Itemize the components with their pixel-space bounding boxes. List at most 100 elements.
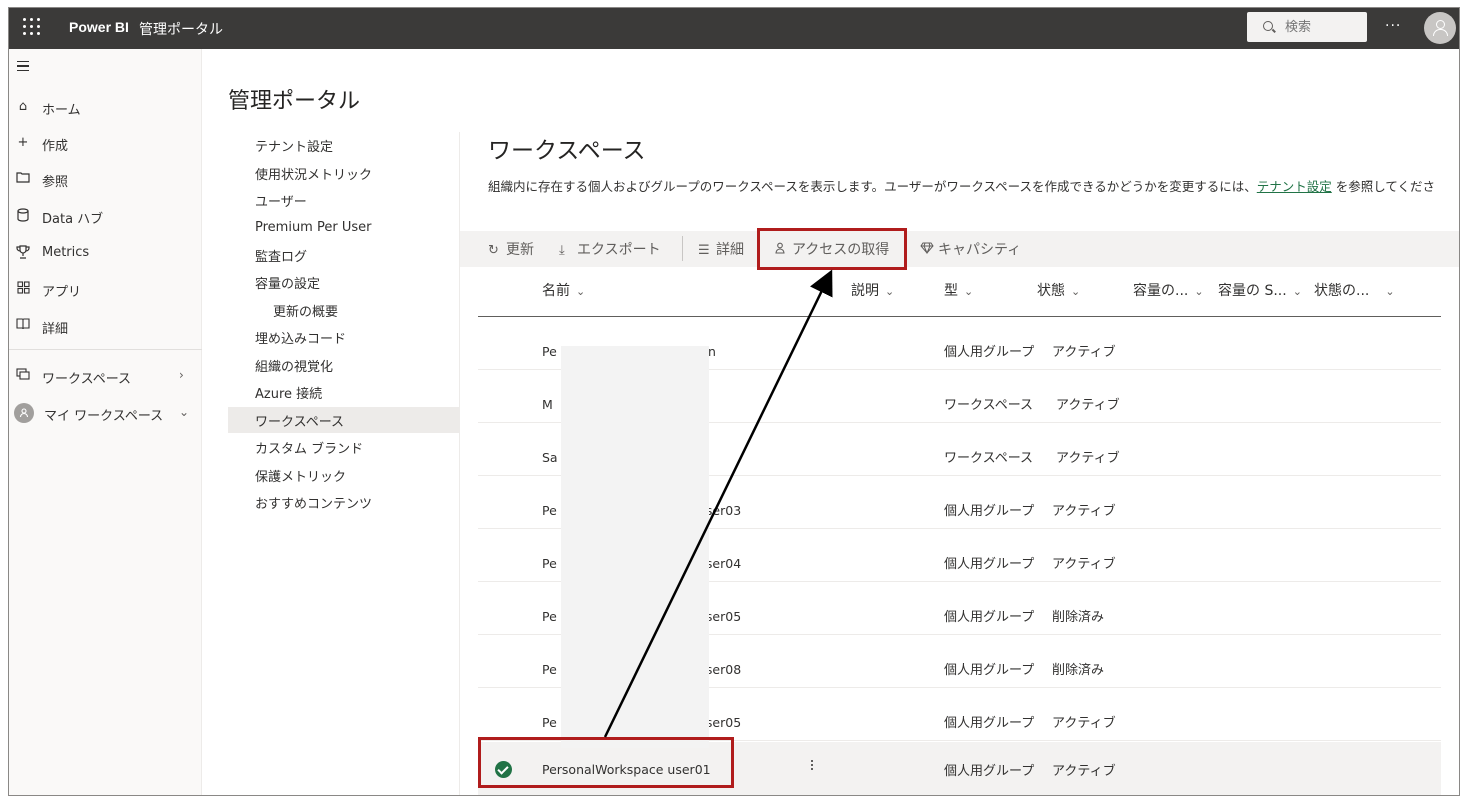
workspace-name-start[interactable]: Pe	[542, 715, 557, 730]
subnav-item[interactable]: ワークスペース	[228, 407, 459, 433]
tenant-settings-link[interactable]: テナント設定	[1257, 179, 1332, 194]
chevron-down-icon: ⌄	[1071, 285, 1081, 298]
nav-item-learn[interactable]: 詳細	[9, 311, 202, 341]
column-header-capacity-sku[interactable]: 容量の S... ⌄	[1218, 280, 1302, 300]
workspace-state: アクティブ	[1052, 504, 1116, 519]
section-title: 管理ポータル	[139, 22, 223, 38]
hamburger-icon[interactable]	[17, 61, 29, 71]
subnav-item[interactable]: カスタム ブランド	[228, 434, 459, 460]
toolbar-separator	[682, 236, 683, 261]
workspace-state: アクティブ	[1052, 557, 1116, 572]
description-text: 組織内に存在する個人およびグループのワークスペースを表示します。ユーザーがワーク…	[488, 179, 1257, 194]
nav-item-browse[interactable]: 参照	[9, 164, 202, 194]
nav-item-data-hub[interactable]: Data ハブ	[9, 201, 202, 231]
brand-name[interactable]: Power BI	[69, 19, 129, 35]
nav-divider	[9, 349, 202, 350]
nav-item-metrics[interactable]: Metrics	[9, 238, 202, 268]
column-header-state-detail[interactable]: 状態の... ⌄	[1314, 280, 1395, 300]
subnav-item[interactable]: Azure 接続	[228, 379, 459, 405]
details-button[interactable]: ☰ 詳細	[698, 239, 744, 259]
subnav-item[interactable]: 埋め込みコード	[228, 324, 459, 350]
plus-icon: +	[17, 135, 29, 150]
workspace-name-start[interactable]: M	[542, 397, 553, 412]
app-launcher-icon[interactable]	[23, 18, 41, 36]
top-bar: Power BI 管理ポータル ···	[9, 8, 1459, 49]
nav-item-my-workspace[interactable]: マイ ワークスペース ⌄	[9, 398, 202, 428]
subnav-item-label: 組織の視覚化	[255, 360, 334, 375]
chevron-right-icon: ›	[179, 368, 184, 382]
search-input[interactable]	[1285, 18, 1361, 36]
subnav-item[interactable]: おすすめコンテンツ	[228, 489, 459, 515]
subnav-item[interactable]: ユーザー	[228, 187, 459, 213]
workspace-state: アクティブ	[1056, 451, 1120, 466]
search-box[interactable]	[1247, 12, 1367, 42]
my-workspace-avatar-icon	[14, 403, 34, 423]
page-title: 管理ポータル	[228, 89, 361, 114]
subnav-item-label: 更新の概要	[273, 305, 339, 320]
description-suffix: を参照してくださ	[1331, 179, 1436, 194]
subnav-item-label: 監査ログ	[255, 250, 308, 265]
nav-item-label: アプリ	[42, 285, 82, 300]
workspace-name-start[interactable]: Pe	[542, 556, 557, 571]
column-header-name[interactable]: 名前 ⌄	[542, 280, 585, 300]
redacted-area	[561, 346, 709, 748]
export-label: エクスポート	[577, 242, 661, 258]
nav-item-label: ワークスペース	[42, 372, 132, 387]
export-button[interactable]: ⤓ エクスポート	[559, 239, 661, 259]
nav-item-home[interactable]: ⌂ ホーム	[9, 92, 202, 122]
nav-item-workspaces[interactable]: ワークスペース ›	[9, 361, 202, 391]
subnav-item[interactable]: 監査ログ	[228, 242, 459, 268]
capacity-button[interactable]: キャパシティ	[920, 239, 1021, 259]
account-avatar[interactable]	[1424, 12, 1456, 44]
subnav-item[interactable]: テナント設定	[228, 132, 459, 158]
nav-item-create[interactable]: + 作成	[9, 128, 202, 158]
home-icon: ⌂	[18, 99, 28, 114]
subnav-item-label: Premium Per User	[255, 220, 372, 235]
workspace-name-start[interactable]: Sa	[542, 450, 558, 465]
workspace-type: ワークスペース	[944, 451, 1034, 466]
subnav-item-label: テナント設定	[255, 140, 334, 155]
nav-item-label: Data ハブ	[42, 212, 104, 227]
subnav-item[interactable]: 組織の視覚化	[228, 352, 459, 378]
nav-item-label: Metrics	[42, 245, 90, 260]
workspace-type: 個人用グループ	[944, 610, 1035, 625]
column-header-description[interactable]: 説明 ⌄	[851, 280, 894, 300]
nav-item-label: 詳細	[42, 322, 69, 337]
column-label: 状態の...	[1314, 283, 1370, 299]
folder-icon	[15, 171, 31, 187]
workspace-name-end[interactable]: n	[708, 344, 716, 359]
command-bar: ↻ 更新 ⤓ エクスポート ☰ 詳細 アクセスの取得 キャパシティ	[460, 231, 1459, 267]
workspace-name-start[interactable]: Pe	[542, 503, 557, 518]
column-header-capacity-name[interactable]: 容量の... ⌄	[1133, 280, 1204, 300]
subnav-item-label: 使用状況メトリック	[255, 168, 373, 183]
workspace-state: アクティブ	[1052, 716, 1116, 731]
more-actions-icon[interactable]	[811, 760, 815, 772]
column-header-state[interactable]: 状態 ⌄	[1037, 280, 1080, 300]
chevron-down-icon: ⌄	[576, 285, 586, 298]
column-label: 型	[944, 283, 958, 299]
chevron-down-icon: ⌄	[1385, 285, 1395, 298]
subnav-item-label: ワークスペース	[255, 415, 345, 430]
subnav-item-label: Azure 接続	[255, 387, 323, 402]
more-options-icon[interactable]: ···	[1385, 18, 1401, 34]
workspace-name-start[interactable]: Pe	[542, 662, 557, 677]
list-icon: ☰	[698, 243, 710, 258]
subnav-item[interactable]: Premium Per User	[228, 216, 459, 242]
workspace-name-start[interactable]: Pe	[542, 344, 557, 359]
subnav-item-label: ユーザー	[255, 195, 307, 210]
subnav-item[interactable]: 使用状況メトリック	[228, 160, 459, 186]
workspace-state: アクティブ	[1056, 398, 1120, 413]
database-icon	[15, 208, 31, 224]
nav-item-apps[interactable]: アプリ	[9, 274, 202, 304]
column-header-type[interactable]: 型 ⌄	[944, 280, 973, 300]
chevron-down-icon: ⌄	[179, 405, 190, 419]
workspace-name-start[interactable]: Pe	[542, 609, 557, 624]
workspace-type: ワークスペース	[944, 398, 1034, 413]
subnav-item[interactable]: 容量の設定	[228, 269, 459, 295]
chevron-down-icon: ⌄	[1292, 285, 1302, 298]
left-nav: ⌂ ホーム + 作成 参照 Data ハブ Metrics アプリ 詳細 ワーク…	[9, 49, 202, 795]
subnav-item[interactable]: 更新の概要	[228, 297, 459, 323]
details-label: 詳細	[716, 242, 744, 258]
subnav-item[interactable]: 保護メトリック	[228, 462, 459, 488]
refresh-button[interactable]: ↻ 更新	[488, 239, 534, 259]
